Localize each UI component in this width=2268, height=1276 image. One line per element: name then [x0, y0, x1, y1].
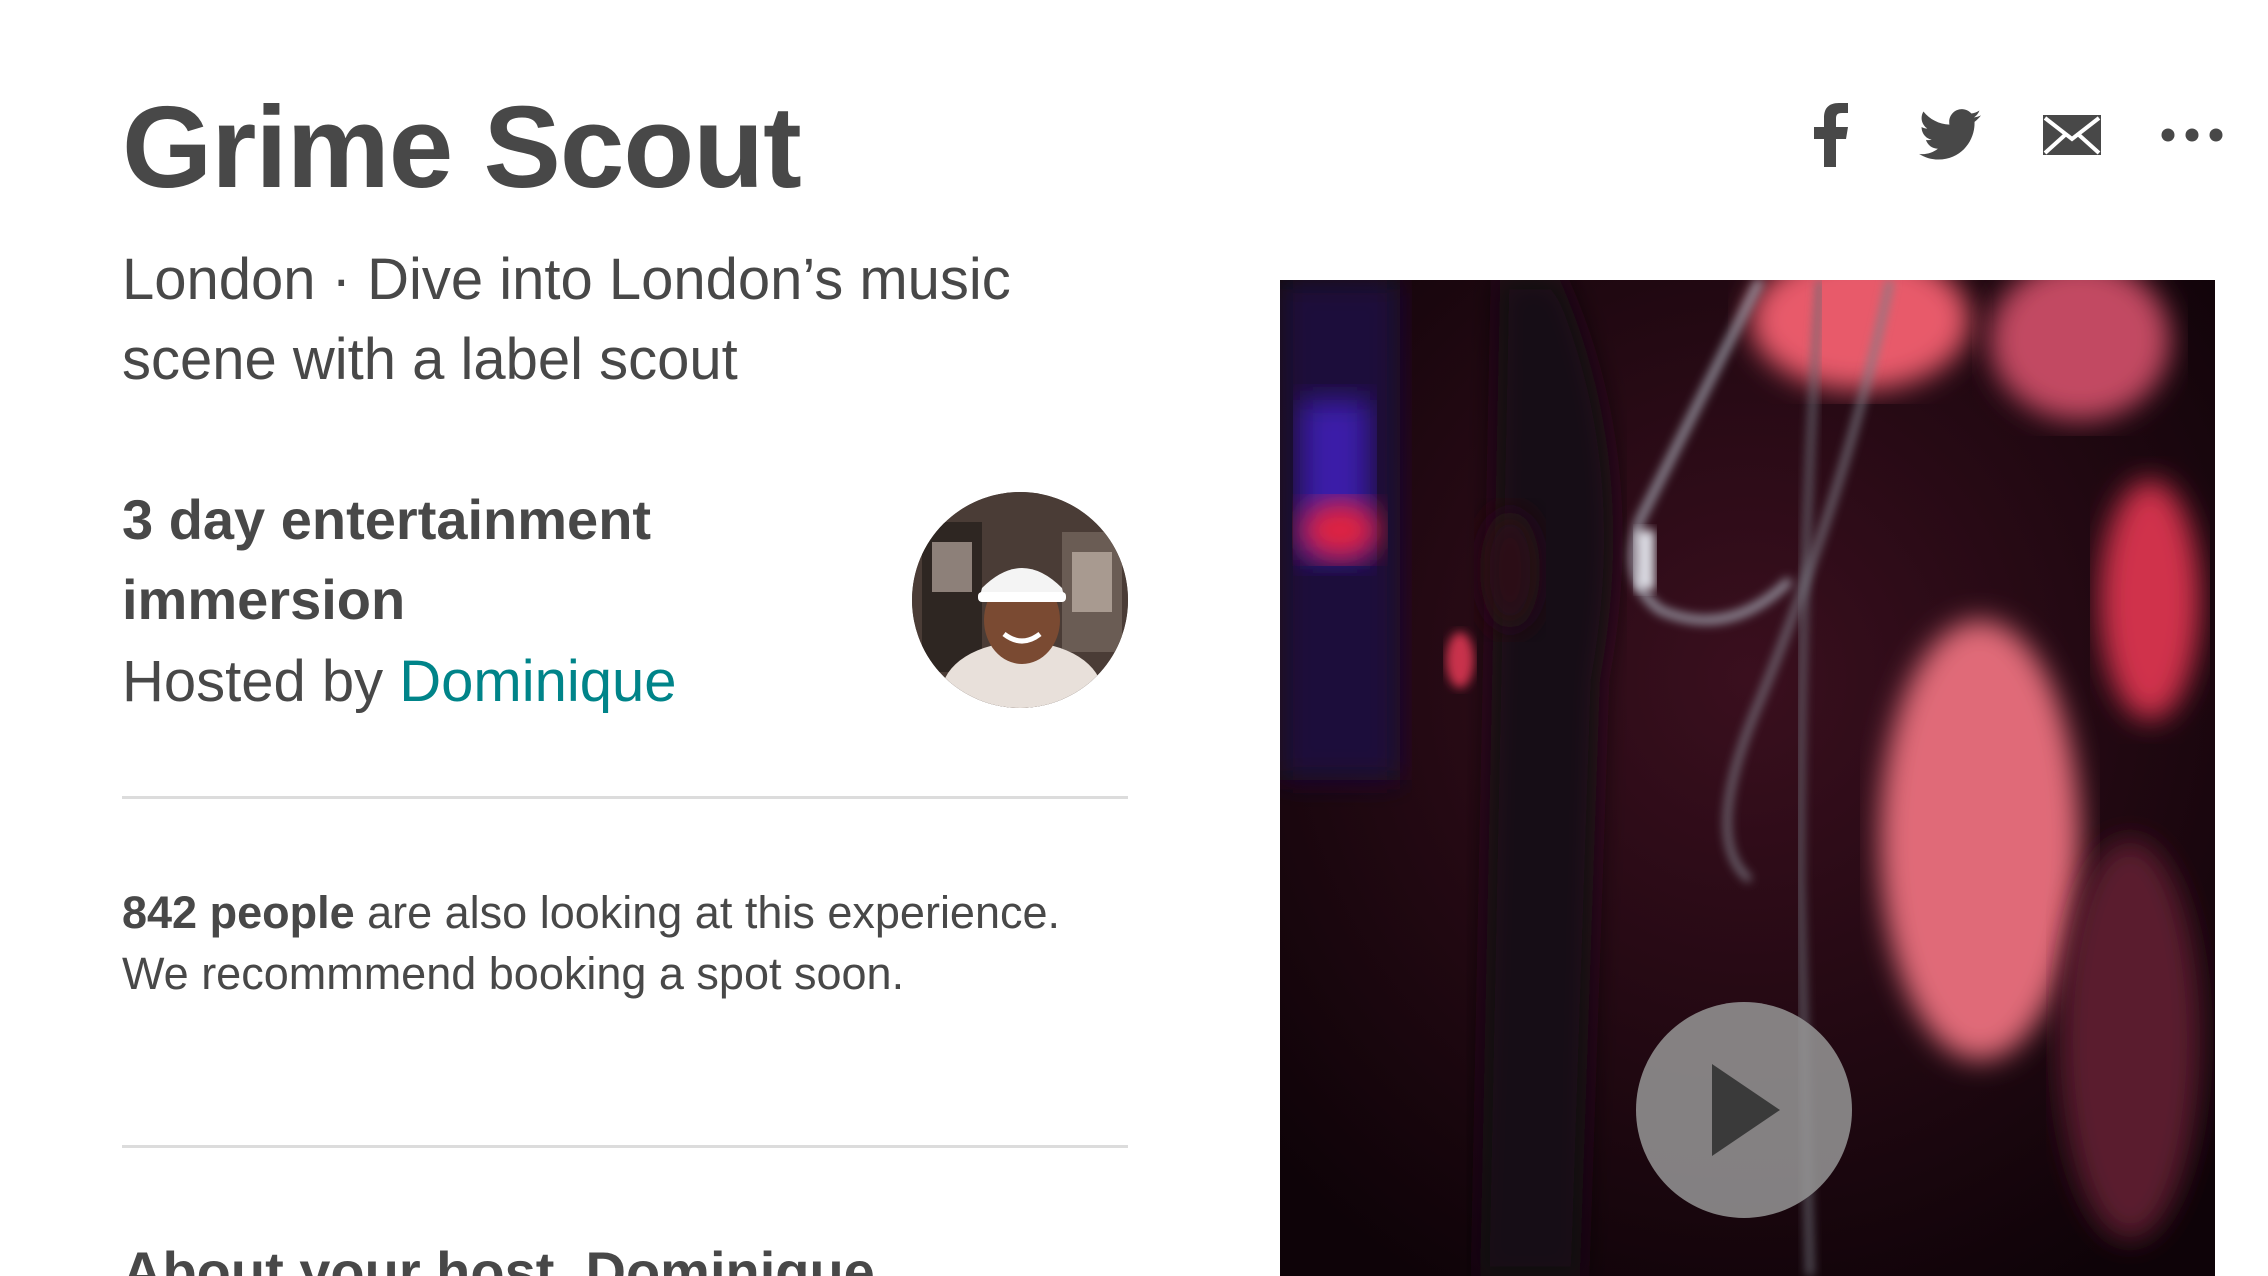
play-button[interactable] [1636, 1002, 1852, 1218]
section-divider [122, 796, 1128, 799]
play-icon [1712, 1064, 1780, 1156]
experience-subtitle: London · Dive into London’s music scene … [122, 247, 1011, 392]
host-avatar[interactable] [912, 492, 1128, 708]
email-icon[interactable] [2032, 95, 2112, 175]
hosted-by-label: Hosted by [122, 649, 400, 714]
about-host-heading: About your host, Dominique [122, 1240, 875, 1276]
hosted-by: Hosted by Dominique [122, 642, 677, 722]
page-title: Grime Scout [122, 82, 802, 212]
section-divider [122, 1145, 1128, 1148]
share-bar [1790, 95, 2230, 175]
facebook-icon[interactable] [1790, 95, 1870, 175]
host-avatar-image [912, 492, 1128, 708]
booking-notice: 842 people are also looking at this expe… [122, 882, 1102, 1004]
viewer-count: 842 people [122, 887, 355, 938]
experience-video[interactable] [1280, 280, 2215, 1276]
twitter-icon[interactable] [1910, 95, 1990, 175]
more-icon[interactable] [2152, 95, 2232, 175]
host-name-link[interactable]: Dominique [399, 649, 676, 714]
experience-type: 3 day entertainment immersion [122, 488, 652, 631]
